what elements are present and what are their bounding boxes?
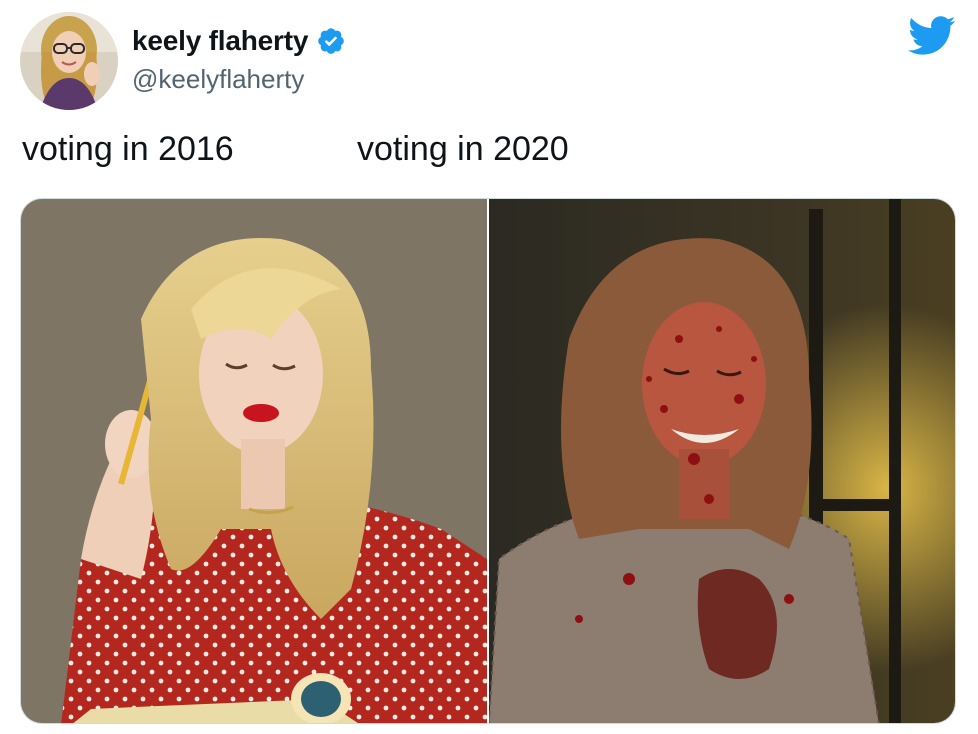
avatar-image <box>20 12 118 110</box>
author-display-name[interactable]: keely flaherty <box>132 25 308 57</box>
photo-2020[interactable] <box>489 199 955 723</box>
author-handle[interactable]: @keelyflaherty <box>132 64 304 95</box>
tweet-media <box>20 198 956 724</box>
tweet-caption-2020: voting in 2020 <box>357 130 569 168</box>
verified-badge-icon <box>316 26 346 56</box>
twitter-bird-icon[interactable] <box>908 16 956 56</box>
author-name-row[interactable]: keely flaherty <box>132 25 346 57</box>
avatar[interactable] <box>20 12 118 110</box>
tweet-caption-2016: voting in 2016 <box>22 130 234 168</box>
photo-2016[interactable] <box>21 199 487 723</box>
